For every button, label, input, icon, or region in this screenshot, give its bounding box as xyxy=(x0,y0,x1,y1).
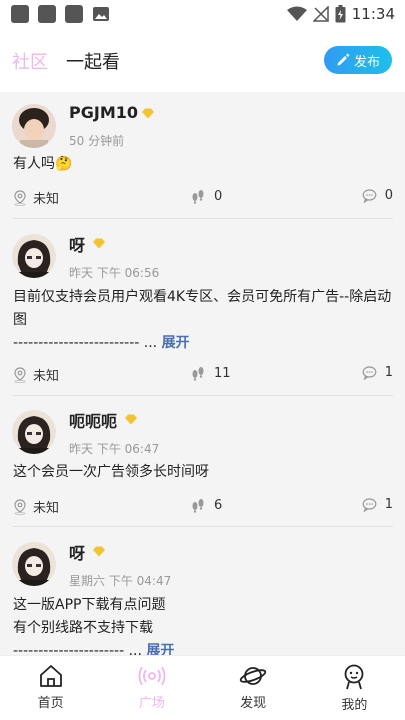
vip-diamond-icon xyxy=(142,108,154,119)
bottom-nav: 首页 广场 发现 我的 xyxy=(0,655,405,720)
pencil-icon xyxy=(337,53,350,66)
footprint-count[interactable]: 6 xyxy=(190,497,222,513)
post-username[interactable]: 呀 xyxy=(69,232,85,256)
post-text[interactable]: 这个会员一次广告领多长时间呀 xyxy=(13,461,393,484)
notification-icon xyxy=(11,5,29,23)
comment-icon xyxy=(362,365,377,380)
comment-count[interactable]: 0 xyxy=(362,188,393,203)
status-time: 11:34 xyxy=(351,5,395,23)
location-label: 未知 xyxy=(33,192,60,207)
views-value: 11 xyxy=(214,365,231,381)
post-text-line: 有个别线路不支持下载 xyxy=(13,620,153,636)
broadcast-icon xyxy=(138,666,166,686)
divider xyxy=(13,218,393,219)
nav-mine[interactable]: 我的 xyxy=(304,656,405,720)
comment-icon xyxy=(362,188,377,203)
nav-label: 首页 xyxy=(37,696,64,711)
tab-community[interactable]: 社区 xyxy=(12,48,48,74)
avatar[interactable] xyxy=(12,234,56,278)
comments-value: 1 xyxy=(384,365,393,380)
location-info: 未知 xyxy=(13,497,59,516)
footprint-count[interactable]: 11 xyxy=(190,365,231,381)
location-pin-icon xyxy=(14,498,26,515)
post-feed[interactable]: PGJM10 50 分钟前 有人吗🤔 未知 0 0 呀 昨天 下午 06:56 … xyxy=(0,92,405,655)
footprint-icon xyxy=(192,367,204,381)
battery-charging-icon xyxy=(335,5,346,23)
status-bar: 11:34 xyxy=(0,0,405,28)
publish-button[interactable]: 发布 xyxy=(324,46,392,74)
post-text-line: ------------------------- ... 展开 xyxy=(13,332,393,355)
profile-icon xyxy=(344,664,364,690)
nav-label: 广场 xyxy=(138,696,165,711)
avatar[interactable] xyxy=(12,410,56,454)
post-card[interactable]: 呀 昨天 下午 06:56 目前仅支持会员用户观看4K专区、会员可免所有广告--… xyxy=(0,220,405,397)
home-icon xyxy=(39,665,62,687)
post-username[interactable]: 呃呃呃 xyxy=(69,408,117,432)
views-value: 0 xyxy=(214,188,223,204)
post-username[interactable]: PGJM10 xyxy=(69,103,138,122)
nav-label: 我的 xyxy=(341,698,368,713)
footprint-count[interactable]: 0 xyxy=(190,188,222,204)
post-text[interactable]: 有人吗🤔 xyxy=(13,153,393,176)
post-meta: 未知 0 0 xyxy=(13,188,393,208)
post-text[interactable]: 目前仅支持会员用户观看4K专区、会员可免所有广告--除启动图 ---------… xyxy=(13,286,393,355)
post-username[interactable]: 呀 xyxy=(69,540,85,564)
vip-diamond-icon xyxy=(125,414,137,425)
image-icon xyxy=(93,7,109,21)
expand-link[interactable]: 展开 xyxy=(146,643,174,655)
post-meta: 未知 11 1 xyxy=(13,365,393,385)
avatar[interactable] xyxy=(12,104,56,148)
location-info: 未知 xyxy=(13,188,59,207)
post-text-line: 目前仅支持会员用户观看4K专区、会员可免所有广告--除启动图 xyxy=(13,289,392,328)
avatar[interactable] xyxy=(12,542,56,586)
comment-count[interactable]: 1 xyxy=(362,497,393,512)
nav-discover[interactable]: 发现 xyxy=(203,656,304,720)
separator-text: ------------------------- ... xyxy=(13,335,158,351)
post-card[interactable]: 呃呃呃 昨天 下午 06:47 这个会员一次广告领多长时间呀 未知 6 1 xyxy=(0,397,405,528)
publish-label: 发布 xyxy=(353,54,380,70)
vip-diamond-icon xyxy=(93,546,105,557)
nav-square[interactable]: 广场 xyxy=(101,656,202,720)
notification-icon xyxy=(65,5,83,23)
post-time: 昨天 下午 06:56 xyxy=(69,266,160,280)
tab-watch-together[interactable]: 一起看 xyxy=(66,48,120,74)
location-label: 未知 xyxy=(33,369,60,384)
comments-value: 0 xyxy=(384,188,393,203)
expand-link[interactable]: 展开 xyxy=(162,335,190,351)
planet-icon xyxy=(239,667,267,685)
vip-diamond-icon xyxy=(93,238,105,249)
nav-label: 发现 xyxy=(240,696,267,711)
top-header: 社区 一起看 发布 xyxy=(0,40,405,80)
post-time: 星期六 下午 04:47 xyxy=(69,574,172,588)
comment-icon xyxy=(362,497,377,512)
views-value: 6 xyxy=(214,497,223,513)
no-signal-icon xyxy=(312,6,329,22)
post-text-line: 这一版APP下载有点问题 xyxy=(13,597,166,613)
location-info: 未知 xyxy=(13,365,59,384)
post-time: 昨天 下午 06:47 xyxy=(69,442,160,456)
comment-count[interactable]: 1 xyxy=(362,365,393,380)
nav-home[interactable]: 首页 xyxy=(0,656,101,720)
location-pin-icon xyxy=(14,189,26,206)
footprint-icon xyxy=(192,190,204,204)
divider xyxy=(13,526,393,527)
divider xyxy=(13,395,393,396)
wifi-icon xyxy=(286,6,307,21)
comments-value: 1 xyxy=(384,497,393,512)
notification-icon xyxy=(38,5,56,23)
separator-text: ---------------------- ... xyxy=(13,643,142,655)
post-time: 50 分钟前 xyxy=(69,134,125,148)
post-meta: 未知 6 1 xyxy=(13,497,393,517)
post-card[interactable]: 呀 星期六 下午 04:47 这一版APP下载有点问题 有个别线路不支持下载 -… xyxy=(0,528,405,655)
post-text[interactable]: 这一版APP下载有点问题 有个别线路不支持下载 ----------------… xyxy=(13,594,393,655)
post-card[interactable]: PGJM10 50 分钟前 有人吗🤔 未知 0 0 xyxy=(0,92,405,220)
location-label: 未知 xyxy=(33,501,60,516)
location-pin-icon xyxy=(14,366,26,383)
footprint-icon xyxy=(192,499,204,513)
post-text-line: ---------------------- ... 展开 xyxy=(13,640,393,655)
